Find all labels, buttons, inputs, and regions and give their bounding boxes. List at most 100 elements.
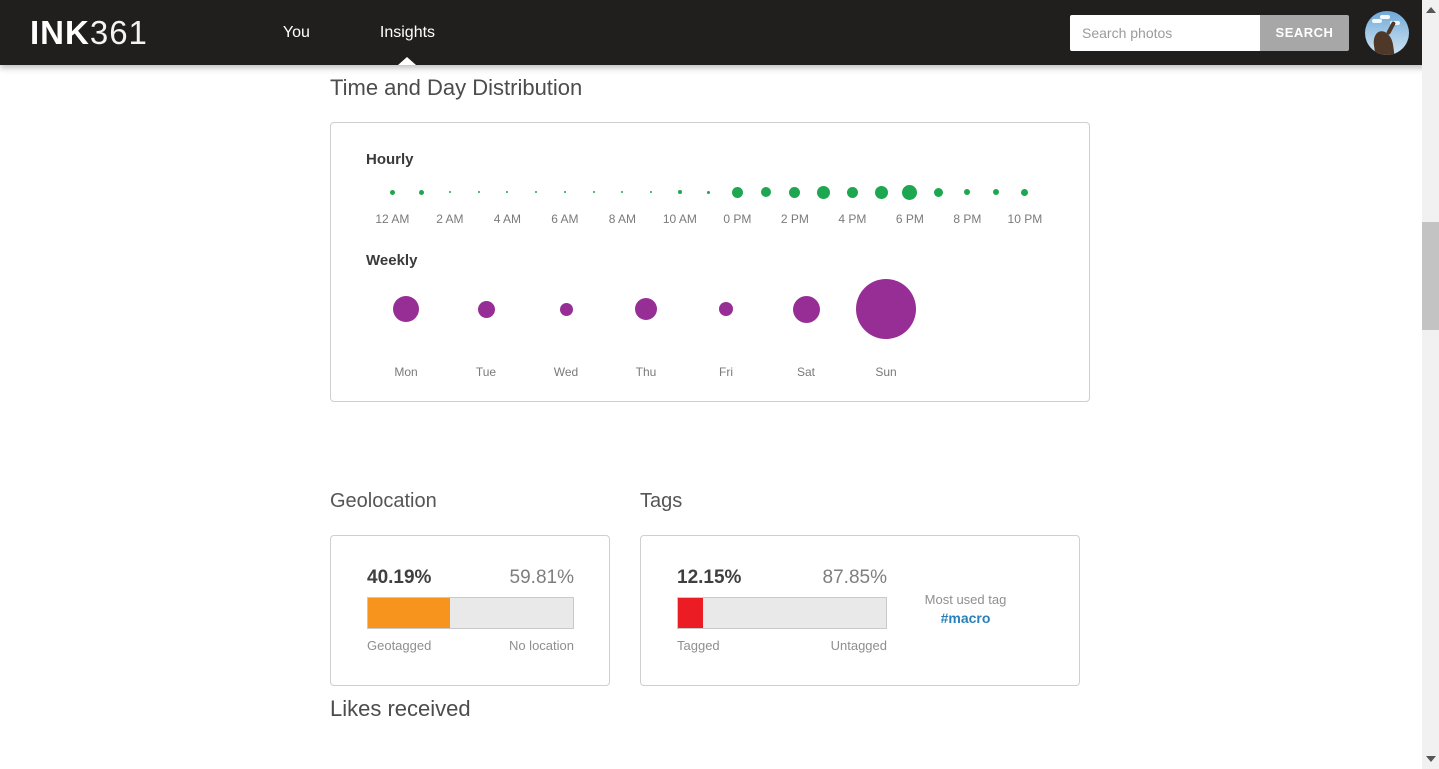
hourly-dot (846, 186, 858, 198)
weekly-dot (477, 300, 495, 318)
ink361-logo[interactable]: INK361 (30, 14, 148, 52)
tags-card: 12.15% 87.85% Tagged Untagged Most used … (640, 535, 1080, 686)
nav-item-insights[interactable]: Insights (378, 0, 437, 65)
hourly-tick-label: 8 PM (953, 212, 982, 226)
geolocation-bar-block: 40.19% 59.81% Geotagged No location (367, 567, 574, 653)
hourly-tick-label: 10 PM (1007, 212, 1043, 226)
weekly-day-label: Tue (475, 365, 497, 379)
untagged-percent: 87.85% (822, 567, 887, 588)
hourly-dot (707, 190, 711, 194)
avatar-person-arm (1385, 20, 1397, 35)
geolocation-title: Geolocation (330, 490, 437, 512)
search-button[interactable]: SEARCH (1260, 14, 1349, 51)
tags-bar-track (677, 597, 887, 629)
hourly-dot (535, 191, 538, 193)
navbar-right: SEARCH (1070, 10, 1409, 55)
hourly-tick-label: 2 AM (436, 212, 464, 226)
geolocation-bar-fill (368, 598, 451, 628)
likes-received-title: Likes received (330, 696, 471, 721)
hourly-dot (389, 189, 395, 195)
time-day-distribution-title: Time and Day Distribution (330, 75, 583, 100)
tags-percent-row: 12.15% 87.85% (677, 567, 887, 589)
tags-bar-fill (678, 598, 704, 628)
weekly-day-label: Fri (719, 365, 733, 379)
hourly-dot (817, 185, 831, 199)
hourly-chart-title: Hourly (366, 151, 414, 168)
avatar-cloud-decoration (1372, 18, 1382, 23)
weekly-dot-cell (366, 271, 446, 347)
no-location-percent: 59.81% (509, 567, 574, 588)
scrollbar-thumb[interactable] (1422, 222, 1439, 330)
hourly-dot (789, 186, 801, 198)
geolocation-percent-row: 40.19% 59.81% (367, 567, 574, 589)
geolocation-bar-labels: Geotagged No location (367, 638, 574, 653)
logo-light: 361 (89, 13, 148, 51)
stats-row: Geolocation 40.19% 59.81% Geotagged No l… (330, 490, 1090, 686)
hourly-dot (650, 191, 653, 193)
hourly-dot (621, 191, 624, 193)
logo-bold: INK (30, 13, 90, 51)
weekly-day-label: Sat (796, 365, 815, 379)
main-nav: You Insights (281, 0, 503, 65)
scrollbar-down-arrow-icon[interactable] (1425, 756, 1436, 762)
nav-item-you-label: You (282, 23, 310, 41)
geolocation-column: Geolocation 40.19% 59.81% Geotagged No l… (330, 490, 610, 686)
no-location-label: No location (508, 638, 574, 653)
hourly-dot (993, 189, 1000, 195)
weekly-day-label: Wed (553, 365, 579, 379)
geolocation-bar-track (367, 597, 574, 629)
vertical-scrollbar (1422, 0, 1439, 769)
nav-item-insights-label: Insights (379, 23, 436, 41)
hourly-tick-label: 6 PM (895, 212, 924, 226)
geolocation-card: 40.19% 59.81% Geotagged No location (330, 535, 610, 686)
hourly-dot (418, 189, 424, 195)
tagged-percent: 12.15% (677, 567, 742, 588)
weekly-dot-cell (686, 271, 766, 347)
hourly-dot (477, 191, 480, 193)
weekly-dot-cell (606, 271, 686, 347)
main-content: Time and Day Distribution Hourly 12 AM 2 … (330, 75, 1090, 722)
hourly-dot (761, 187, 772, 197)
weekly-day-label: Thu (635, 365, 657, 379)
hourly-tick-labels: 12 AM 2 AM 4 AM 6 AM 8 AM 10 AM 0 PM 2 PM 4 PM 6 … (375, 212, 1068, 228)
avatar-person-silhouette (1372, 29, 1395, 55)
hourly-dots (378, 172, 1068, 212)
search-input[interactable] (1070, 14, 1260, 51)
hourly-tick-label: 8 AM (608, 212, 637, 226)
weekly-labels: Mon Tue Wed Thu Fri Sat Sun (366, 365, 926, 379)
time-day-card: Hourly 12 AM 2 AM 4 AM 6 AM 8 AM 10 AM 0 PM 2 P… (330, 122, 1090, 402)
hourly-tick-label: 2 PM (780, 212, 809, 226)
hourly-dot (563, 191, 566, 193)
hourly-dot (902, 184, 918, 200)
hourly-dot (506, 191, 509, 193)
weekly-chart-title: Weekly (366, 252, 418, 269)
hourly-dot (964, 189, 971, 195)
most-used-tag-value[interactable]: #macro (887, 609, 1044, 628)
hourly-tick-label: 10 AM (662, 212, 697, 226)
tagged-label: Tagged (677, 638, 720, 653)
geotagged-label: Geotagged (367, 638, 432, 653)
weekly-dot (635, 298, 657, 320)
weekly-dot-cell (846, 271, 926, 347)
hourly-tick-label: 4 AM (493, 212, 522, 226)
active-tab-caret-icon (398, 57, 417, 65)
top-navbar: INK361 You Insights SEARCH (0, 0, 1439, 65)
hourly-dot (677, 190, 682, 194)
tags-bar-block: 12.15% 87.85% Tagged Untagged (677, 567, 887, 653)
weekly-dot (792, 295, 820, 323)
hourly-tick-label: 4 PM (838, 212, 867, 226)
hourly-tick-label: 0 PM (723, 212, 752, 226)
nav-item-you[interactable]: You (281, 0, 312, 65)
weekly-dot (719, 302, 733, 316)
untagged-label: Untagged (830, 638, 887, 653)
weekly-day-label: Mon (394, 365, 418, 379)
hourly-dot (874, 185, 888, 199)
most-used-tag-label: Most used tag (924, 592, 1007, 607)
scrollbar-up-arrow-icon[interactable] (1425, 7, 1436, 13)
hourly-dot (1021, 188, 1029, 196)
hourly-dot (448, 191, 451, 193)
user-avatar[interactable] (1365, 10, 1409, 55)
weekly-dot-cell (446, 271, 526, 347)
weekly-dot (393, 296, 419, 322)
weekly-dot (856, 279, 916, 339)
